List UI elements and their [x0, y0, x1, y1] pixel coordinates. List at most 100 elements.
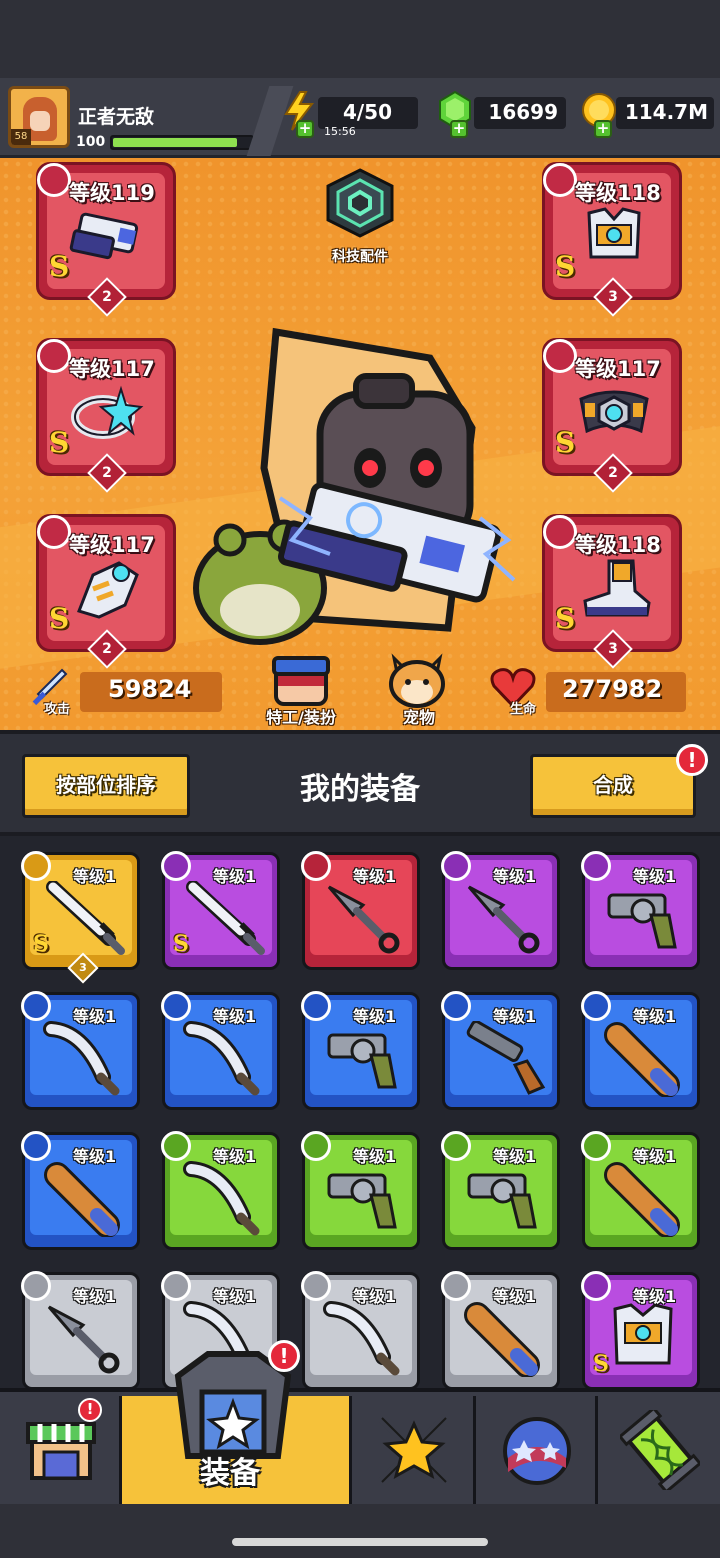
inventory-item-revolver[interactable]: 等级1	[301, 991, 420, 1110]
energy-plus-button[interactable]: +	[296, 120, 314, 138]
nav-world[interactable]	[476, 1396, 598, 1504]
boots-type-icon	[543, 515, 577, 549]
item-type-icon	[441, 851, 471, 881]
my-equipment-title: 我的装备	[300, 772, 420, 807]
inventory-item-katana[interactable]: 等级1 S 3	[21, 851, 140, 984]
item-type-icon	[161, 1271, 191, 1301]
item-type-icon	[581, 991, 611, 1021]
slot-rank: S	[49, 426, 70, 459]
sort-by-slot-button[interactable]: 按部位排序	[22, 754, 190, 818]
bottom-nav: ! ! 装备	[0, 1340, 720, 1504]
item-type-icon	[161, 1131, 191, 1161]
katana-icon	[186, 881, 265, 955]
nav-battle[interactable]	[352, 1396, 476, 1504]
item-level: 等级1	[73, 1147, 117, 1166]
equip-slot-weapon[interactable]: 等级119 S 2	[36, 162, 176, 317]
character-stage: 科技配件 等级119 S 2 等级118 S 3 等级117 S 2 等级117…	[0, 158, 720, 730]
agent-face-icon[interactable]	[268, 654, 334, 708]
inventory-item-revolver[interactable]: 等级1	[301, 1131, 420, 1250]
machete-icon	[183, 1021, 260, 1096]
item-stars: 3	[67, 952, 99, 984]
equip-slot-armor[interactable]: 等级118 S 3	[542, 162, 682, 317]
item-level: 等级1	[493, 1007, 537, 1026]
slot-rank: S	[555, 602, 576, 635]
xp-bar-fill	[113, 138, 238, 147]
item-level: 等级1	[213, 867, 257, 886]
slot-level: 等级118	[575, 181, 661, 205]
home-indicator-area	[0, 1504, 720, 1558]
inventory-item-machete[interactable]: 等级1	[301, 1271, 420, 1388]
inventory-item-machete[interactable]: 等级1	[161, 1131, 280, 1250]
item-type-icon	[21, 991, 51, 1021]
pet-label[interactable]: 宠物	[384, 704, 454, 728]
gold-plus-button[interactable]: +	[594, 120, 612, 138]
slot-rank: S	[555, 426, 576, 459]
player-level-badge: 58	[11, 129, 31, 145]
gems-counter: 16699	[474, 97, 566, 129]
item-level: 等级1	[493, 1147, 537, 1166]
inventory-item-revolver[interactable]: 等级1	[581, 851, 700, 970]
inventory-item-bat[interactable]: 等级1	[21, 1131, 140, 1250]
revolver-icon	[607, 893, 677, 949]
inventory-item-kunai[interactable]: 等级1	[301, 851, 420, 970]
equipment-header: 按部位排序 我的装备 合成 !	[0, 730, 720, 836]
gold-counter: 114.7M	[616, 97, 714, 129]
player-avatar[interactable]: 58	[8, 86, 70, 148]
machete-icon	[323, 1301, 400, 1376]
hp-box: 277982	[546, 672, 686, 712]
item-level: 等级1	[73, 1287, 117, 1306]
inventory-item-katana[interactable]: 等级1 S	[161, 851, 280, 970]
katana-icon	[46, 881, 125, 955]
item-level: 等级1	[353, 1287, 397, 1306]
item-type-icon	[21, 1271, 51, 1301]
item-type-icon	[581, 851, 611, 881]
agent-costume-label[interactable]: 特工/装扮	[250, 704, 352, 728]
gems-plus-button[interactable]: +	[450, 120, 468, 138]
player-xp-value: 100	[76, 134, 106, 150]
equip-slot-ring[interactable]: 等级117 S 2	[36, 338, 176, 493]
shiba-dog-icon[interactable]	[386, 652, 448, 708]
item-level: 等级1	[633, 867, 677, 886]
bat-icon	[604, 1162, 680, 1237]
inventory-item-kunai[interactable]: 等级1	[441, 851, 560, 970]
nav-equipment-label: 装备	[200, 1456, 260, 1491]
inventory-item-bat[interactable]: 等级1	[581, 1131, 700, 1250]
inventory-item-bat[interactable]: 等级1	[581, 991, 700, 1110]
revolver-icon	[467, 1173, 537, 1229]
item-rank: S	[173, 931, 189, 957]
inventory-item-machete[interactable]: 等级1	[161, 991, 280, 1110]
equip-slot-belt[interactable]: 等级117 S 2	[542, 338, 682, 493]
equip-slot-gloves[interactable]: 等级117 S 2	[36, 514, 176, 669]
slot-level: 等级119	[69, 181, 155, 205]
item-rank: S	[593, 1351, 609, 1377]
attack-value: 59824	[108, 675, 192, 703]
merge-button[interactable]: 合成	[530, 754, 696, 818]
item-level: 等级1	[353, 867, 397, 886]
item-type-icon	[441, 1271, 471, 1301]
armor-type-icon	[543, 163, 577, 197]
tech-parts-label: 科技配件	[332, 249, 388, 265]
belt-icon	[579, 390, 649, 434]
gold-value: 114.7M	[624, 100, 708, 124]
kunai-icon	[327, 885, 400, 954]
item-type-icon	[581, 1131, 611, 1161]
dna-capsule-icon	[620, 1410, 700, 1490]
inventory-item-bat[interactable]: 等级1	[441, 1271, 560, 1388]
slot-level: 等级118	[575, 533, 661, 557]
item-level: 等级1	[73, 867, 117, 886]
inventory-item-machete[interactable]: 等级1	[21, 991, 140, 1110]
nav-gene[interactable]	[598, 1396, 720, 1504]
item-rank: S	[33, 931, 49, 957]
item-level: 等级1	[353, 1147, 397, 1166]
home-indicator[interactable]	[232, 1538, 488, 1546]
nav-shop[interactable]	[0, 1396, 122, 1504]
attack-box: 59824	[80, 672, 222, 712]
inventory-item-kunai[interactable]: 等级1	[21, 1271, 140, 1388]
inventory-item-shotgun[interactable]: 等级1	[441, 991, 560, 1110]
hex-chip-icon[interactable]	[322, 168, 398, 238]
inventory-item-armor[interactable]: 等级1 S	[581, 1271, 700, 1388]
equip-slot-boots[interactable]: 等级118 S 3	[542, 514, 682, 669]
inventory-item-revolver[interactable]: 等级1	[441, 1131, 560, 1250]
item-type-icon	[21, 851, 51, 881]
hp-label: 生命	[510, 702, 537, 717]
